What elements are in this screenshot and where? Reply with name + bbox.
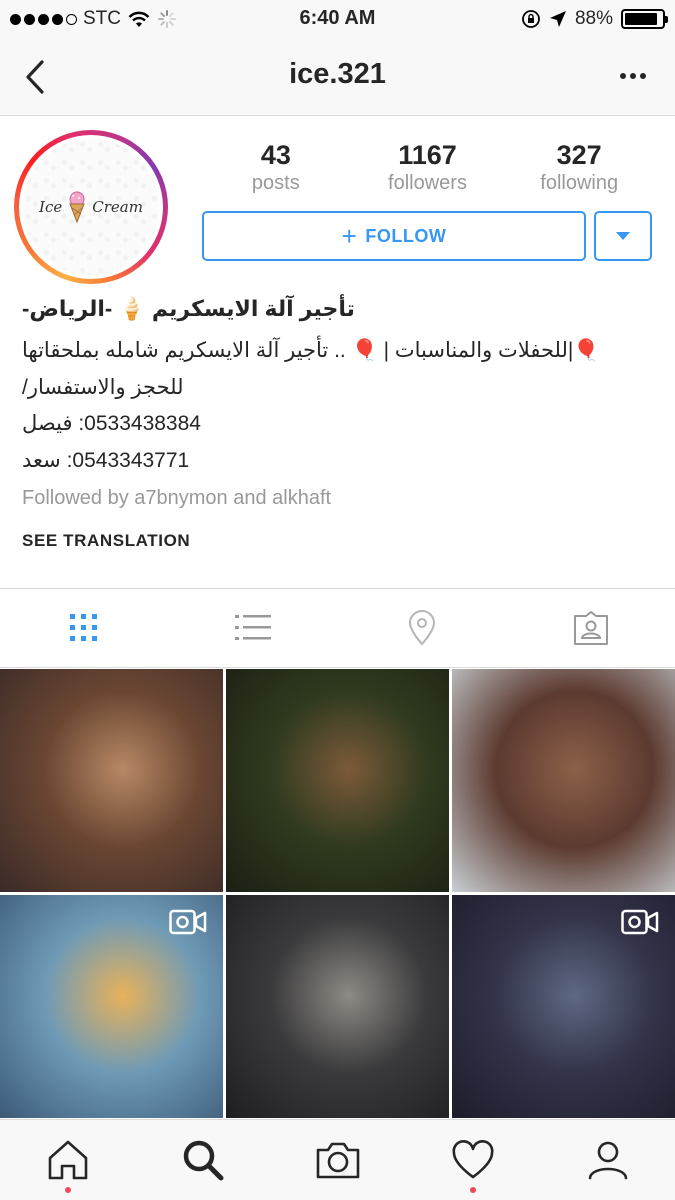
status-bar: STC 6:40 AM 88% [0, 0, 675, 40]
tab-search[interactable] [135, 1120, 270, 1200]
following-count: 327 [556, 140, 602, 170]
post-thumbnail[interactable] [0, 669, 223, 892]
post-thumbnail[interactable] [226, 895, 449, 1118]
post-thumbnail[interactable] [226, 669, 449, 892]
profile-view-tabs [0, 588, 675, 668]
bio-line-2: للحجز والاستفسار/ [22, 376, 184, 399]
follow-label: FOLLOW [365, 225, 447, 246]
posts-grid [0, 669, 675, 1119]
avatar-story-ring[interactable]: Ice Cream [14, 130, 168, 284]
grid-view-icon [70, 614, 98, 641]
avatar: Ice Cream [23, 139, 159, 275]
profile-icon [588, 1141, 627, 1180]
followers-stat[interactable]: 1167 followers [352, 140, 504, 195]
tab-tagged[interactable] [506, 589, 675, 667]
ice-cream-cone-icon [69, 191, 85, 224]
battery-icon [621, 9, 668, 29]
bio-phone-1-text: 0533438384: فيصل [22, 412, 201, 435]
more-options-button[interactable] [613, 64, 653, 94]
orientation-lock-icon [522, 10, 540, 28]
posts-label: posts [251, 172, 300, 194]
more-horizontal-icon [620, 73, 646, 79]
posts-count: 43 [260, 140, 291, 170]
tab-location[interactable] [338, 589, 507, 667]
profile-stats: 43 posts 1167 followers 327 following [200, 140, 655, 195]
bottom-tab-bar [0, 1119, 675, 1200]
battery-percent: 88% [574, 8, 613, 29]
tab-profile[interactable] [540, 1120, 675, 1200]
bio-phone-2-text: 0543343771: سعد [22, 449, 190, 472]
suggested-accounts-dropdown-button[interactable] [594, 211, 652, 261]
follow-button[interactable]: + FOLLOW [202, 211, 586, 261]
followers-count: 1167 [398, 140, 457, 170]
tab-camera[interactable] [270, 1120, 405, 1200]
logo-text-left: Ice [39, 198, 63, 216]
posts-stat[interactable]: 43 posts [200, 140, 352, 195]
bio-phone-1: 0533438384: فيصل [22, 411, 652, 436]
tab-activity[interactable] [405, 1120, 540, 1200]
status-right: 88% [521, 8, 668, 30]
following-stat[interactable]: 327 following [503, 140, 655, 195]
logo-text-right: Cream [92, 198, 143, 216]
bio-phone-2: 0543343771: سعد [22, 448, 652, 473]
bio-line-1: 🎈|للحفلات والمناسبات | 🎈 .. تأجير آلة ال… [22, 339, 600, 362]
nav-bar: ice.321 [0, 40, 675, 116]
post-thumbnail[interactable] [452, 895, 675, 1118]
home-icon [48, 1140, 87, 1180]
tab-grid[interactable] [0, 589, 169, 667]
activity-notification-dot [469, 1187, 476, 1193]
post-thumbnail[interactable] [0, 895, 223, 1118]
home-notification-dot [64, 1187, 71, 1193]
heart-icon [452, 1140, 493, 1179]
search-icon [183, 1140, 223, 1181]
video-camera-icon [621, 909, 659, 935]
plus-icon: + [341, 221, 358, 251]
tab-home[interactable] [0, 1120, 135, 1200]
tagged-photos-icon [573, 611, 608, 645]
location-pin-icon [408, 610, 435, 646]
followers-label: followers [388, 172, 467, 194]
page-title: ice.321 [289, 58, 386, 90]
followed-by-text[interactable]: Followed by a7bnymon and alkhaft [22, 487, 331, 510]
ice-cream-logo: Ice Cream [39, 190, 143, 224]
following-label: following [540, 172, 619, 194]
profile-full-name: تأجير آلة الايسكريم 🍦 -الرياض- [22, 296, 355, 321]
caret-down-icon [616, 232, 630, 240]
see-translation-link[interactable]: SEE TRANSLATION [22, 531, 190, 551]
camera-icon [316, 1142, 359, 1179]
post-thumbnail[interactable] [452, 669, 675, 892]
location-arrow-icon [549, 11, 566, 27]
video-camera-icon [169, 909, 207, 935]
list-view-icon [235, 615, 272, 640]
tab-list[interactable] [169, 589, 338, 667]
